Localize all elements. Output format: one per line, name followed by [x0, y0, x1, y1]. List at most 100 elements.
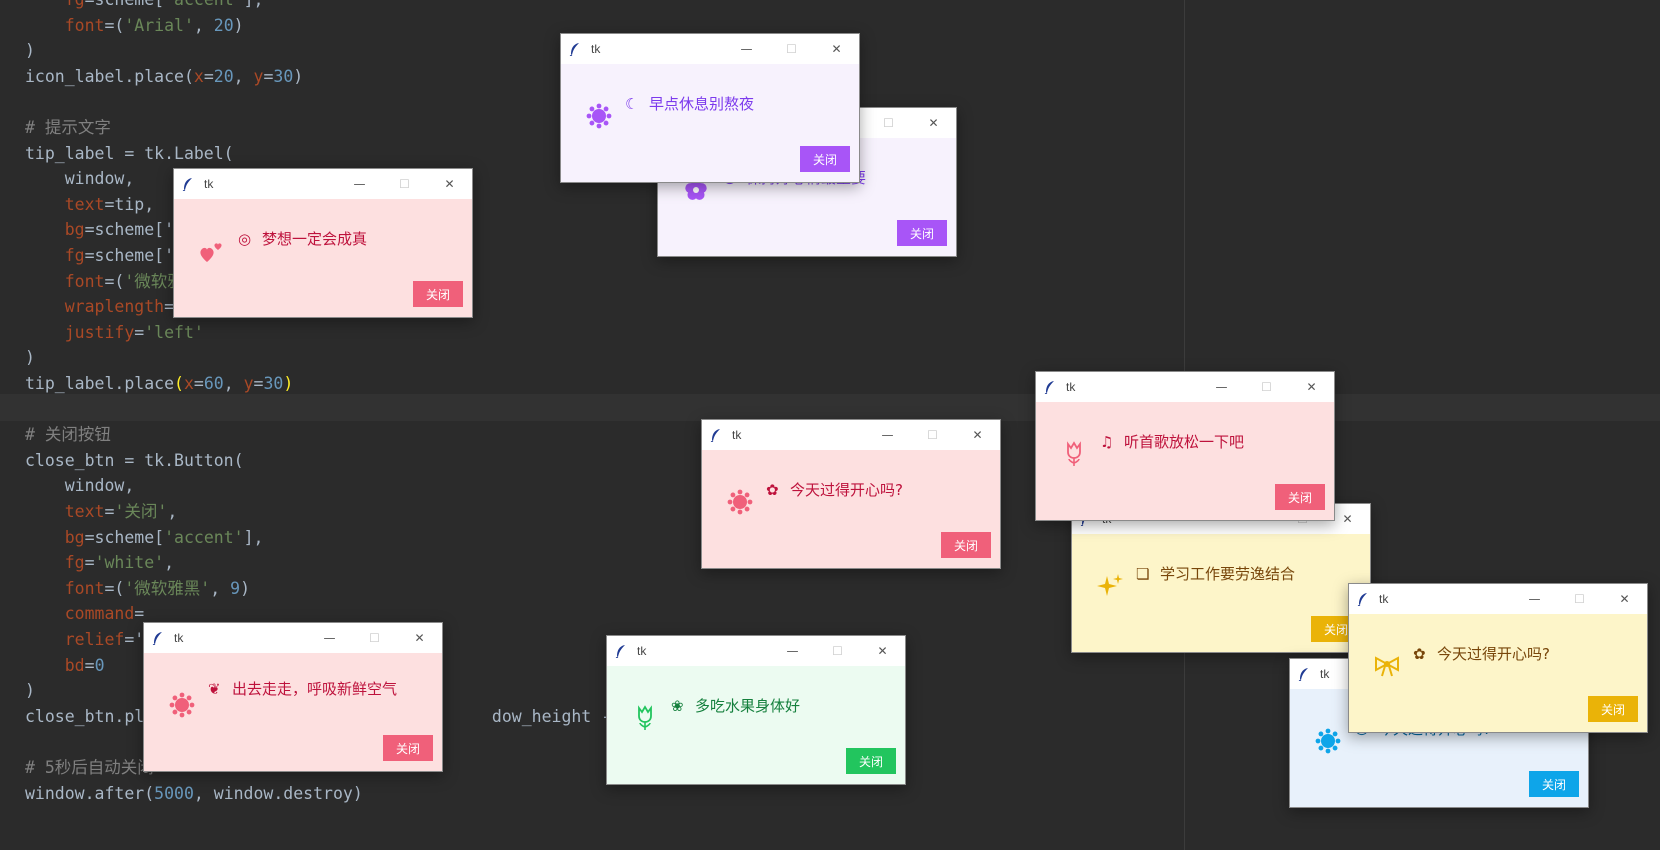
close-button[interactable]: 关闭 — [383, 735, 433, 761]
maximize-button[interactable]: ☐ — [1244, 372, 1289, 402]
code-token: , — [193, 15, 214, 35]
code-token: wraplength — [64, 297, 165, 317]
close-window-button[interactable]: ✕ — [814, 34, 859, 64]
minimize-button[interactable]: — — [1199, 372, 1244, 402]
code-token: 20 — [213, 15, 234, 35]
code-token: 9 — [230, 578, 241, 598]
maximize-button[interactable]: ☐ — [815, 636, 860, 666]
popup-window-p3[interactable]: tk — ☐ ✕ ◎ 梦想一定会成真 关闭 — [173, 168, 473, 318]
close-button[interactable]: 关闭 — [413, 281, 463, 307]
code-token: =( — [104, 15, 125, 35]
popup-window-p10[interactable]: tk — ☐ ✕ ❀ 多吃水果身体好 关闭 — [606, 635, 906, 785]
minimize-button[interactable]: — — [1512, 584, 1557, 614]
code-token: 'accent' — [164, 0, 243, 9]
code-token: fg — [64, 553, 85, 573]
maximize-button[interactable]: ☐ — [1557, 584, 1602, 614]
close-window-button[interactable]: ✕ — [397, 623, 442, 653]
popup-window-p9[interactable]: tk — ☐ ✕ ❦ 出去走走，呼吸新鲜空气 关闭 — [143, 622, 443, 772]
code-line: bd=0 — [25, 652, 105, 679]
close-window-button[interactable]: ✕ — [427, 169, 472, 199]
popup-title: tk — [732, 428, 742, 442]
minimize-button[interactable]: — — [724, 34, 769, 64]
popup-window-p2[interactable]: tk — ☐ ✕ ☾ 早点休息别熬夜 关闭 — [560, 33, 860, 183]
code-token: 'left' — [144, 322, 204, 342]
close-button[interactable]: 关闭 — [1529, 771, 1579, 797]
popup-titlebar[interactable]: tk — ☐ ✕ — [174, 169, 472, 199]
code-line: tip_label.place(x=60, y=30) — [25, 370, 293, 397]
popup-titlebar[interactable]: tk — ☐ ✕ — [702, 420, 1000, 450]
popup-window-p5[interactable]: tk — ☐ ✕ ❏学习工作要劳逸结合 关闭 — [1071, 503, 1371, 653]
code-line: font=('微软雅 — [25, 268, 184, 295]
maximize-icon: ☐ — [927, 428, 938, 442]
close-icon: ✕ — [1342, 512, 1353, 526]
code-token: =scheme[ — [85, 0, 164, 9]
code-token: =scheme[ — [84, 527, 165, 547]
code-line: close_btn = tk.Button( — [25, 447, 244, 474]
tip-emoji: ❏ — [1136, 565, 1150, 583]
minimize-button[interactable]: — — [865, 420, 910, 450]
tip-emoji: ◎ — [238, 230, 252, 248]
code-token: ], — [243, 527, 264, 547]
popup-body: ✿ 今天过得开心吗? 关闭 — [1349, 614, 1647, 732]
minimize-button[interactable]: — — [307, 623, 352, 653]
close-icon: ✕ — [877, 644, 888, 658]
feather-icon — [710, 428, 724, 442]
code-line: fg=scheme[' — [25, 242, 174, 269]
code-token: tip_label = tk.Label( — [25, 143, 234, 163]
popup-titlebar[interactable]: tk — ☐ ✕ — [1036, 372, 1334, 402]
popup-window-p6[interactable]: tk — ☐ ✕ ♫ 听首歌放松一下吧 关闭 — [1035, 371, 1335, 521]
code-token: 'Arial' — [124, 15, 194, 35]
feather-icon — [615, 644, 629, 658]
close-window-button[interactable]: ✕ — [860, 636, 905, 666]
maximize-button[interactable]: ☐ — [352, 623, 397, 653]
close-window-button[interactable]: ✕ — [955, 420, 1000, 450]
minimize-button[interactable]: — — [770, 636, 815, 666]
popup-titlebar[interactable]: tk — ☐ ✕ — [561, 34, 859, 64]
code-token: bd — [64, 655, 85, 675]
code-token: = — [134, 604, 145, 624]
code-token: y — [253, 66, 264, 86]
maximize-button[interactable]: ☐ — [769, 34, 814, 64]
close-button[interactable]: 关闭 — [897, 220, 947, 246]
code-line: relief=' — [25, 626, 144, 653]
splat-icon — [726, 488, 754, 516]
code-token: 'white' — [94, 553, 165, 573]
maximize-button[interactable]: ☐ — [866, 108, 911, 138]
code-token: justify — [64, 322, 135, 342]
close-button[interactable]: 关闭 — [1275, 484, 1325, 510]
popup-body: ✿ 今天过得开心吗? 关闭 — [702, 450, 1000, 568]
maximize-button[interactable]: ☐ — [910, 420, 955, 450]
close-window-button[interactable]: ✕ — [911, 108, 956, 138]
close-icon: ✕ — [972, 428, 983, 442]
popup-titlebar[interactable]: tk — ☐ ✕ — [144, 623, 442, 653]
close-button[interactable]: 关闭 — [846, 748, 896, 774]
popup-window-p8[interactable]: tk — ☐ ✕ ✿ 今天过得开心吗? 关闭 — [1348, 583, 1648, 733]
maximize-icon: ☐ — [1574, 592, 1585, 606]
code-token: = — [104, 502, 115, 521]
popup-window-p4[interactable]: tk — ☐ ✕ ✿ 今天过得开心吗? 关闭 — [701, 419, 1001, 569]
maximize-button[interactable]: ☐ — [382, 169, 427, 199]
close-button[interactable]: 关闭 — [800, 146, 850, 172]
close-window-button[interactable]: ✕ — [1289, 372, 1334, 402]
code-token: font — [64, 578, 105, 598]
tip-label: ♫ 听首歌放松一下吧 — [1100, 432, 1244, 453]
minimize-icon: — — [353, 177, 366, 191]
code-token: text — [64, 502, 105, 521]
maximize-icon: ☐ — [883, 116, 894, 130]
close-button[interactable]: 关闭 — [1588, 696, 1638, 722]
tip-label: ☾ 早点休息别熬夜 — [625, 94, 754, 115]
code-token: , — [164, 553, 175, 573]
minimize-button[interactable]: — — [337, 169, 382, 199]
popup-titlebar[interactable]: tk — ☐ ✕ — [1349, 584, 1647, 614]
code-token: x — [193, 66, 204, 86]
close-window-button[interactable]: ✕ — [1602, 584, 1647, 614]
code-token: =scheme[' — [84, 220, 175, 240]
code-token: = — [203, 66, 214, 86]
close-button[interactable]: 关闭 — [941, 532, 991, 558]
code-token: =' — [124, 630, 145, 649]
popup-titlebar[interactable]: tk — ☐ ✕ — [607, 636, 905, 666]
